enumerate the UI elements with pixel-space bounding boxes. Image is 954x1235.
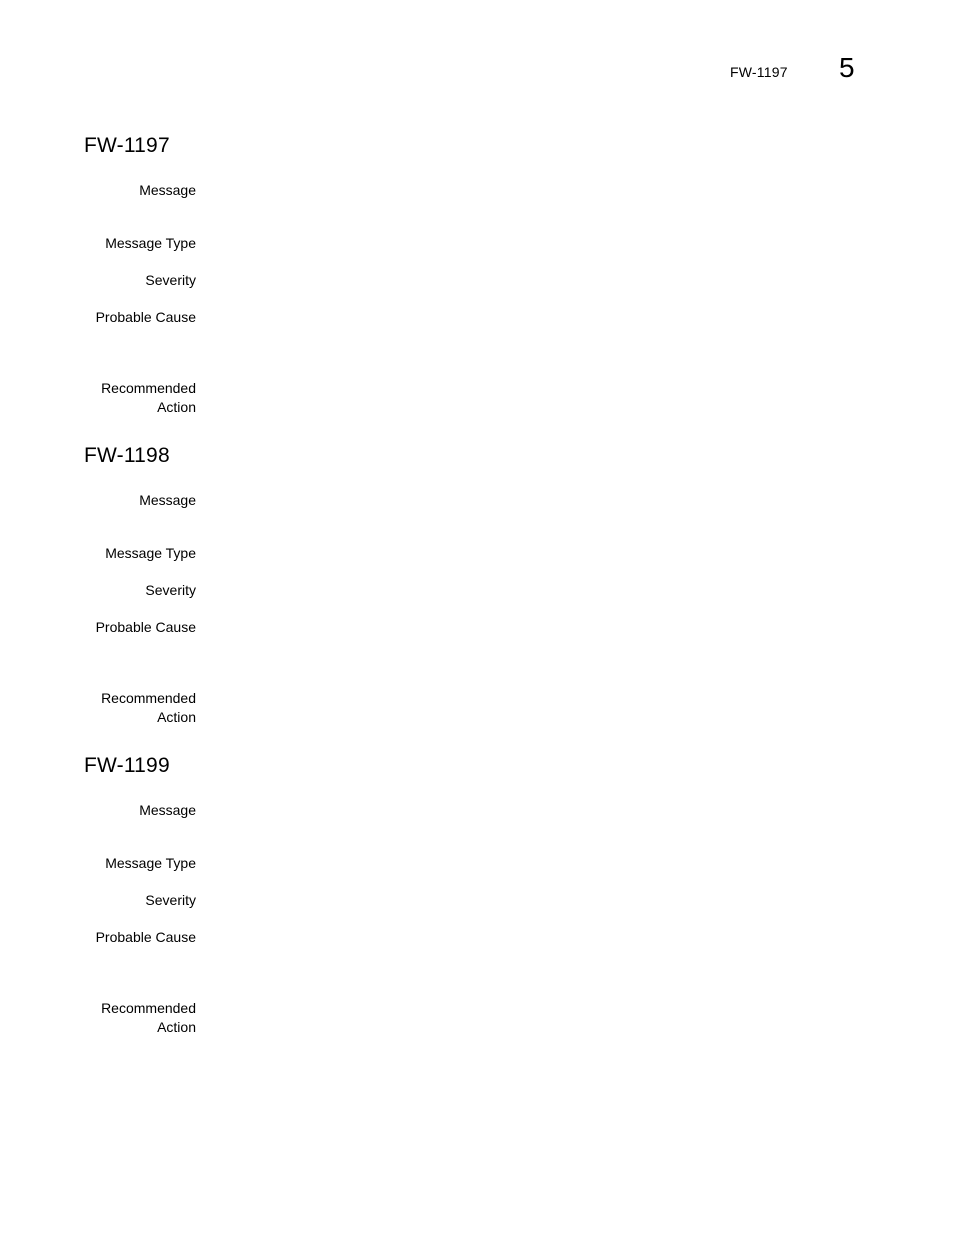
running-title: FW-1197 — [730, 64, 788, 80]
message-type-label: Message Type — [105, 855, 196, 871]
recommended-action-label-line2: Action — [157, 1019, 196, 1035]
section-title: FW-1197 — [84, 134, 170, 157]
message-type-label: Message Type — [105, 235, 196, 251]
severity-label: Severity — [145, 892, 196, 908]
probable-cause-label: Probable Cause — [95, 619, 196, 635]
chapter-number: 5 — [839, 52, 855, 83]
recommended-action-label-line1: Recommended — [101, 690, 196, 706]
section-title: FW-1199 — [84, 754, 170, 777]
recommended-action-label-line2: Action — [157, 709, 196, 725]
severity-label: Severity — [145, 272, 196, 288]
recommended-action-label-line2: Action — [157, 399, 196, 415]
severity-label: Severity — [145, 582, 196, 598]
recommended-action-label-line1: Recommended — [101, 380, 196, 396]
recommended-action-label: Recommended Action — [101, 379, 196, 417]
probable-cause-label: Probable Cause — [95, 929, 196, 945]
section-title: FW-1198 — [84, 444, 170, 467]
probable-cause-label: Probable Cause — [95, 309, 196, 325]
recommended-action-label: Recommended Action — [101, 689, 196, 727]
message-label: Message — [139, 182, 196, 198]
recommended-action-label-line1: Recommended — [101, 1000, 196, 1016]
message-label: Message — [139, 492, 196, 508]
recommended-action-label: Recommended Action — [101, 999, 196, 1037]
message-label: Message — [139, 802, 196, 818]
message-type-label: Message Type — [105, 545, 196, 561]
